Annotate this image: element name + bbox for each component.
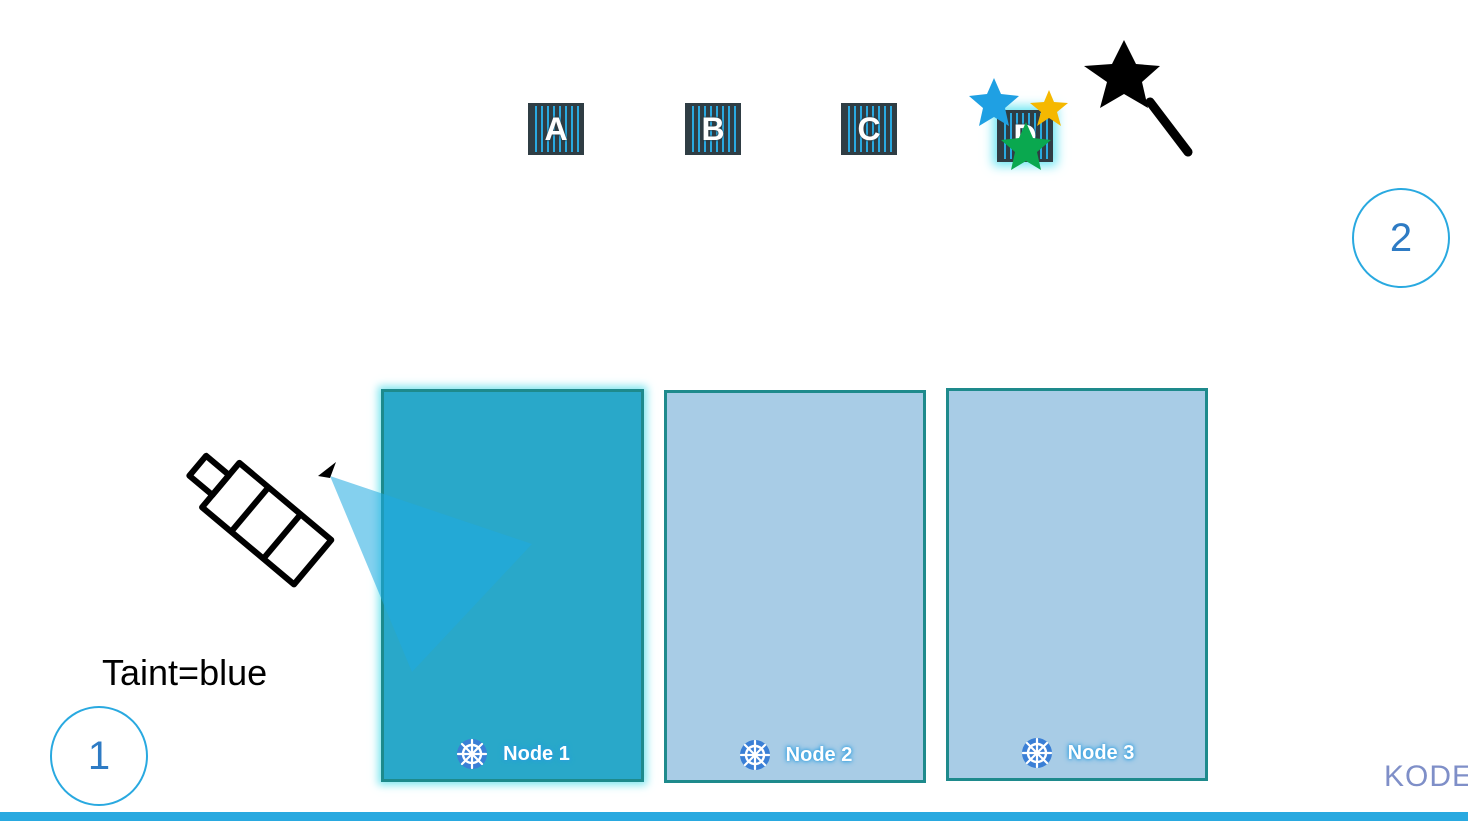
pod-c: C <box>841 103 897 155</box>
kubernetes-helm-icon <box>1021 737 1052 769</box>
node-3: Node 3 <box>946 388 1208 781</box>
node-2-footer: Node 2 <box>667 738 923 772</box>
kodekloud-logo: KODE <box>1384 760 1468 793</box>
star-icons <box>969 78 1068 170</box>
star-icon-yellow <box>1030 90 1068 126</box>
kubernetes-helm-icon <box>457 738 488 770</box>
step-marker-2: 2 <box>1352 188 1450 288</box>
star-icon-green <box>1001 122 1051 170</box>
step-marker-1: 1 <box>50 706 148 806</box>
pod-a-label: A <box>544 111 568 147</box>
spray-bottle-icon <box>186 452 336 588</box>
node-2-label: Node 2 <box>785 743 853 766</box>
pod-c-label: C <box>857 111 881 147</box>
magic-wand-icon <box>1084 40 1193 157</box>
node-2: Node 2 <box>664 390 926 783</box>
taint-label: Taint=blue <box>102 652 268 693</box>
bottom-accent-bar <box>0 812 1468 821</box>
node-1-label: Node 1 <box>503 742 570 765</box>
star-icon-blue <box>969 78 1019 126</box>
pod-a: A <box>528 103 584 155</box>
step-marker-2-label: 2 <box>1389 215 1413 260</box>
node-3-label: Node 3 <box>1067 741 1135 764</box>
kubernetes-helm-icon <box>739 739 770 771</box>
node-3-footer: Node 3 <box>949 736 1205 770</box>
pod-b: B <box>685 103 741 155</box>
node-1-footer: Node 1 <box>384 737 641 771</box>
step-marker-1-label: 1 <box>87 733 111 778</box>
spray-cone <box>330 476 532 672</box>
pod-b-label: B <box>701 111 725 147</box>
